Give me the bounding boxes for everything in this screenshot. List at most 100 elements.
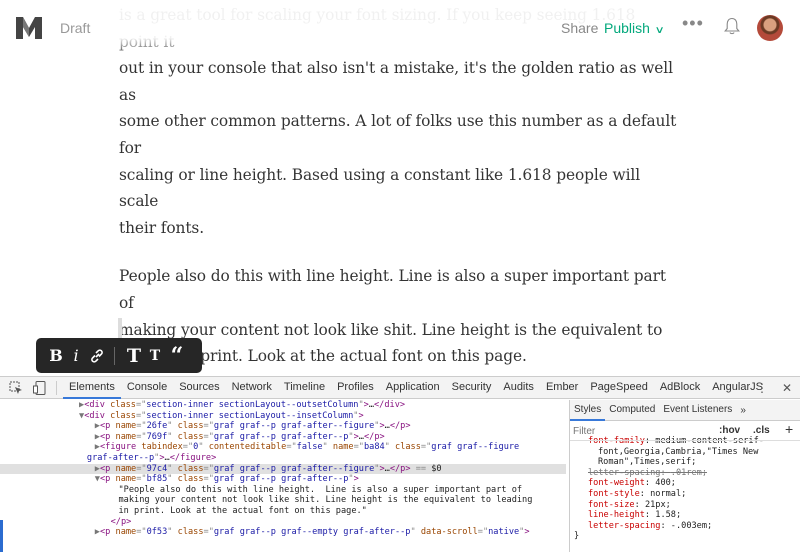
class-toggle[interactable]: .cls	[753, 425, 770, 436]
styles-tab-styles[interactable]: Styles	[570, 400, 606, 421]
css-property[interactable]: font-size	[588, 500, 635, 510]
devtools-menu-button[interactable]: ⋮	[756, 381, 768, 395]
more-tabs-button[interactable]: »	[736, 405, 750, 416]
article-paragraph[interactable]: People also do this with line height. Li…	[119, 263, 679, 369]
css-value[interactable]: -.003em;	[671, 521, 712, 531]
css-declaration[interactable]: line-height: 1.58;	[588, 510, 800, 521]
dom-node[interactable]: "People also do this with line height. L…	[0, 485, 566, 496]
devtools-tab-profiles[interactable]: Profiles	[331, 377, 380, 399]
css-value[interactable]: 21px;	[645, 500, 671, 510]
styles-tab-event-listeners[interactable]: Event Listeners	[659, 400, 736, 421]
new-style-rule-button[interactable]: +	[785, 421, 793, 437]
window-edge-strip	[0, 520, 3, 552]
dom-node[interactable]: ▶<p name="769f" class="graf graf--p graf…	[0, 432, 566, 443]
devtools-tab-sources[interactable]: Sources	[173, 377, 225, 399]
dom-node[interactable]: in print. Look at the actual font on thi…	[0, 506, 566, 517]
css-value[interactable]: normal;	[650, 489, 686, 499]
css-property[interactable]: letter-spacing	[588, 468, 660, 478]
css-property[interactable]: line-height	[588, 510, 645, 520]
dom-token: graf graf--p graf--empty graf-after--p	[213, 527, 411, 538]
publish-button[interactable]: Publish ∨	[604, 20, 665, 36]
dom-token: "	[198, 442, 209, 453]
dom-token: </figure>	[169, 452, 217, 463]
dom-token: "	[167, 421, 178, 432]
user-avatar[interactable]	[757, 15, 783, 41]
devtools-tabs: Elements Console Sources Network Timeline Pro…	[63, 377, 769, 399]
css-declaration[interactable]: Roman",Times,serif;	[588, 457, 800, 468]
dom-node[interactable]: ▶<figure tabindex="0" contenteditable="f…	[0, 442, 566, 453]
article-line: out in your console that also isn't a mi…	[119, 59, 673, 104]
css-value[interactable]: Roman",Times,serif;	[598, 457, 696, 467]
notification-bell-icon[interactable]	[724, 17, 740, 36]
dom-token: <div	[84, 410, 111, 421]
dom-token: name	[115, 431, 137, 442]
dom-token: class	[177, 474, 204, 485]
dom-node[interactable]: ▶<div class="section-inner sectionLayout…	[0, 400, 566, 411]
dom-node[interactable]: making your content not look like shit. …	[0, 495, 566, 506]
styles-tab-computed[interactable]: Computed	[605, 400, 659, 421]
dom-token: name	[115, 421, 137, 432]
dom-node[interactable]: ▶<p name="0f53" class="graf graf--p graf…	[0, 527, 566, 538]
italic-button[interactable]: i	[66, 346, 86, 365]
dom-token: bf85	[146, 474, 168, 485]
css-property[interactable]: font-style	[588, 489, 640, 499]
inspect-element-icon[interactable]	[8, 380, 24, 396]
devtools-tab-pagespeed[interactable]: PageSpeed	[584, 377, 654, 399]
dom-node[interactable]: ▼<p name="bf85" class="graf graf--p graf…	[0, 474, 566, 485]
devtools-tab-security[interactable]: Security	[446, 377, 498, 399]
css-property[interactable]: letter-spacing	[588, 521, 660, 531]
bold-button[interactable]: B	[46, 346, 66, 365]
css-value[interactable]: 400;	[655, 478, 676, 488]
css-declaration[interactable]: font,Georgia,Cambria,"Times New	[588, 447, 800, 458]
small-heading-button[interactable]: T	[145, 348, 165, 364]
devtools-tab-elements[interactable]: Elements	[63, 377, 121, 399]
large-heading-button[interactable]: T	[123, 345, 145, 367]
dom-node-selected[interactable]: ▶<p name="97c4" class="graf graf--p graf…	[0, 463, 566, 475]
article-body[interactable]: is a great tool for scaling your font si…	[119, 2, 679, 370]
devtools-tab-network[interactable]: Network	[226, 377, 278, 399]
css-rule-block[interactable]: font-family: medium-content-serif-font,G…	[570, 436, 800, 542]
dom-node[interactable]: ▶<p name="26fe" class="graf graf--p graf…	[0, 421, 566, 432]
dom-node[interactable]: ▼<div class="section-inner sectionLayout…	[0, 411, 566, 422]
css-declaration[interactable]: font-weight: 400;	[588, 478, 800, 489]
devtools-tab-ember[interactable]: Ember	[540, 377, 584, 399]
styles-filter-input[interactable]	[573, 424, 693, 438]
devtools-tab-audits[interactable]: Audits	[497, 377, 540, 399]
css-declaration[interactable]: letter-spacing: .01rem;	[588, 468, 800, 479]
link-button[interactable]	[86, 348, 108, 364]
devtools-tab-bar: Elements Console Sources Network Timeline Pro…	[0, 377, 800, 399]
dom-token: ="	[203, 474, 214, 485]
css-value[interactable]: 1.58;	[655, 510, 681, 520]
quote-button[interactable]: “	[165, 345, 189, 367]
devtools-tab-adblock[interactable]: AdBlock	[654, 377, 706, 399]
devtools-tab-console[interactable]: Console	[121, 377, 173, 399]
medium-logo-icon[interactable]	[14, 15, 44, 41]
css-declaration[interactable]: font-style: normal;	[588, 489, 800, 500]
device-toolbar-icon[interactable]	[32, 380, 48, 396]
devtools-tab-timeline[interactable]: Timeline	[278, 377, 331, 399]
editor-page: is a great tool for scaling your font si…	[0, 0, 800, 376]
devtools-close-button[interactable]: ✕	[782, 381, 792, 395]
more-options-button[interactable]: •••	[682, 13, 704, 34]
css-declaration[interactable]: font-size: 21px;	[588, 500, 800, 511]
css-declaration[interactable]: letter-spacing: -.003em;	[588, 521, 800, 532]
dom-token: </p>	[389, 421, 411, 432]
dom-token: ba84	[363, 442, 385, 453]
devtools-tab-application[interactable]: Application	[380, 377, 446, 399]
article-line: some other common patterns. A lot of fol…	[119, 112, 677, 157]
dom-node[interactable]: </p>	[0, 517, 566, 528]
dom-token: ="	[203, 421, 214, 432]
css-value[interactable]: font,Georgia,Cambria,"Times New	[598, 447, 758, 457]
dom-tree[interactable]: ▶<div class="section-inner sectionLayout…	[0, 400, 566, 552]
dom-token: class	[177, 431, 204, 442]
publish-label: Publish	[604, 20, 650, 36]
dom-token: name	[115, 527, 137, 538]
dom-token: name	[332, 442, 354, 453]
css-value[interactable]: .01rem;	[671, 468, 707, 478]
dom-token: class	[110, 400, 136, 410]
css-property[interactable]: font-weight	[588, 478, 645, 488]
share-button[interactable]: Share	[561, 20, 598, 36]
dom-node[interactable]: graf-after--p">…</figure>	[0, 453, 566, 464]
dom-token: $0	[431, 463, 442, 474]
hover-state-toggle[interactable]: :hov	[719, 425, 740, 436]
